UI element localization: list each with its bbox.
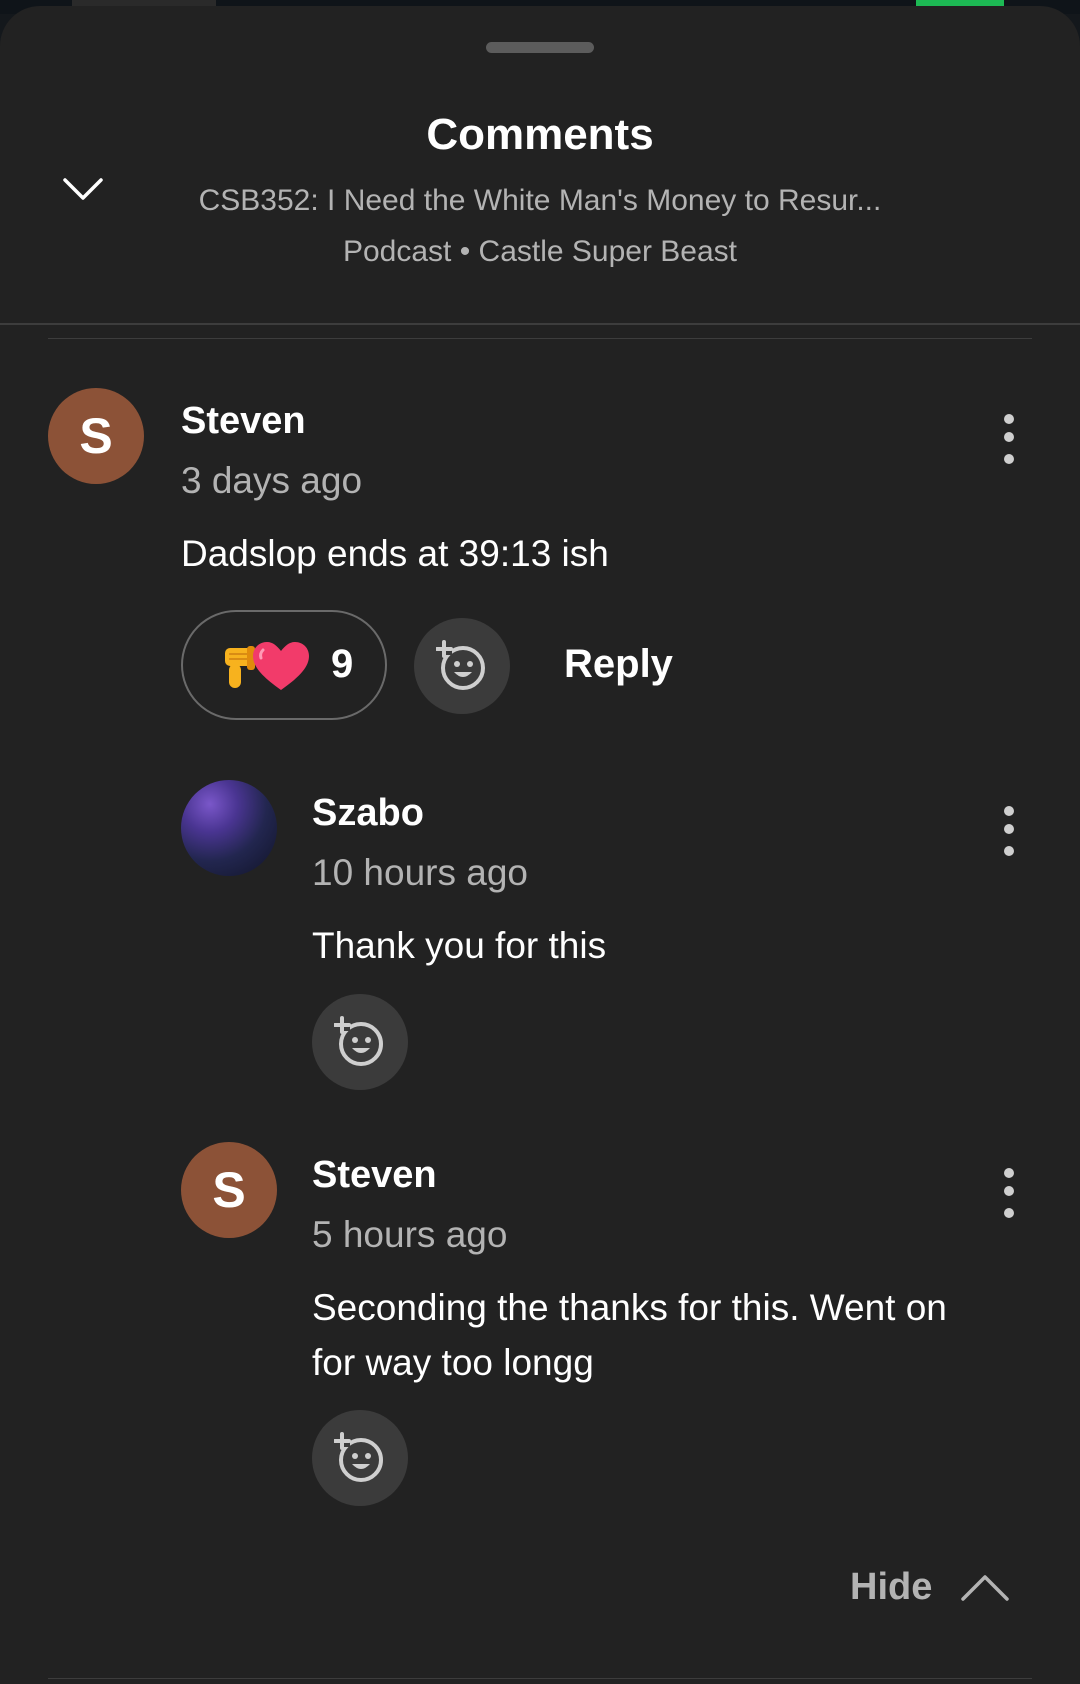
list-divider <box>48 338 1032 339</box>
avatar[interactable]: S <box>181 1142 277 1238</box>
thumbs-down-heart-icon <box>225 642 309 690</box>
reply-button[interactable]: Reply <box>564 642 673 687</box>
comment-text-line: for way too longg <box>312 1342 594 1383</box>
reaction-pill[interactable]: 9 <box>181 610 387 720</box>
add-emoji-icon <box>436 640 485 690</box>
comment-text: Dadslop ends at 39:13 ish <box>181 533 609 574</box>
comment-author[interactable]: Steven <box>181 400 306 443</box>
comment-time: 5 hours ago <box>312 1214 508 1255</box>
comment-author[interactable]: Steven <box>312 1154 437 1197</box>
comment-text: Thank you for this <box>312 925 607 966</box>
add-reaction-button[interactable] <box>312 994 408 1090</box>
avatar-letter: S <box>212 1162 246 1218</box>
comment-time: 3 days ago <box>181 460 363 501</box>
avatar[interactable]: S <box>48 388 144 484</box>
drag-handle[interactable] <box>486 42 594 53</box>
add-reaction-button[interactable] <box>414 618 510 714</box>
comment-time: 10 hours ago <box>312 852 529 893</box>
chevron-down-icon <box>63 178 103 200</box>
avatar-letter: S <box>79 408 113 464</box>
avatar[interactable] <box>181 780 277 876</box>
add-emoji-icon <box>334 1016 383 1066</box>
comments-sheet: Comments CSB352: I Need the White Man's … <box>0 6 1080 1684</box>
add-emoji-icon <box>334 1432 383 1482</box>
comment-text-line: Seconding the thanks for this. Went on <box>312 1287 947 1328</box>
hide-label: Hide <box>850 1566 933 1608</box>
comment-author[interactable]: Szabo <box>312 792 424 835</box>
header-divider <box>0 323 1080 325</box>
episode-meta: Podcast • Castle Super Beast <box>342 235 738 268</box>
footer-divider <box>48 1678 1032 1679</box>
more-options-button[interactable] <box>992 802 1028 866</box>
more-options-button[interactable] <box>992 1164 1028 1228</box>
sheet-title: Comments <box>426 110 654 159</box>
more-options-button[interactable] <box>992 410 1028 474</box>
chevron-up-icon <box>961 1575 1009 1601</box>
reaction-count: 9 <box>331 642 354 686</box>
add-reaction-button[interactable] <box>312 1410 408 1506</box>
collapse-button[interactable] <box>58 166 108 212</box>
comment-text: Seconding the thanks for this. Went on f… <box>312 1280 947 1390</box>
episode-title: CSB352: I Need the White Man's Money to … <box>198 184 882 217</box>
hide-replies-button[interactable]: Hide <box>850 1564 1020 1614</box>
